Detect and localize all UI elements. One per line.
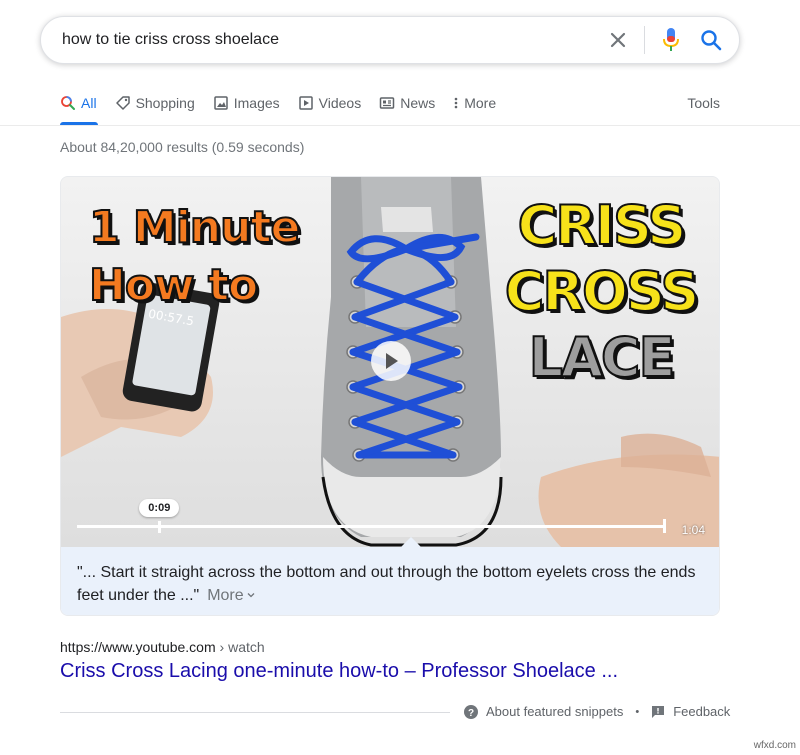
tabs-divider (0, 125, 800, 126)
video-progress-bar[interactable] (77, 525, 665, 528)
clear-button[interactable] (598, 20, 638, 60)
overlay-right-line-2: CROSS (504, 259, 700, 324)
overlay-left-line-2: How to (88, 259, 259, 312)
overlay-left-line-1: 1 Minute (88, 201, 301, 254)
tab-all-label: All (81, 95, 97, 111)
svg-text:?: ? (468, 708, 474, 719)
result-url[interactable]: https://www.youtube.com › watch (60, 639, 265, 655)
news-icon (379, 95, 395, 111)
search-input[interactable] (41, 31, 598, 49)
tab-news-label: News (400, 95, 436, 111)
voice-search-button[interactable] (651, 20, 691, 60)
overlay-right-line-3: LACE (528, 325, 677, 390)
footer-separator: • (635, 705, 640, 718)
snippet-more-label: More (207, 587, 244, 604)
snippet-more-link[interactable]: More (207, 587, 255, 604)
play-button[interactable] (371, 341, 411, 381)
video-duration: 1:04 (681, 523, 705, 537)
snippet-footer: ? About featured snippets • Feedback (464, 704, 730, 719)
tab-videos-label: Videos (318, 95, 362, 111)
snippet-pointer (401, 537, 421, 547)
watermark: wfxd.com (753, 740, 796, 751)
feedback-link[interactable]: Feedback (651, 704, 730, 719)
tab-shopping[interactable]: Shopping (115, 88, 195, 118)
featured-snippet-text: "... Start it straight across the bottom… (61, 547, 719, 615)
search-bar (40, 16, 740, 64)
about-featured-snippets-label: About featured snippets (486, 704, 624, 719)
tab-images-label: Images (233, 95, 280, 111)
help-icon: ? (464, 704, 478, 719)
result-title-link[interactable]: Criss Cross Lacing one-minute how-to – P… (60, 660, 618, 683)
snippet-text: "... Start it straight across the bottom… (77, 564, 696, 604)
feedback-label: Feedback (673, 704, 731, 719)
chevron-down-icon (247, 593, 255, 598)
search-results-page: All Shopping Images Videos News More Too… (0, 0, 800, 755)
tools-button[interactable]: Tools (687, 88, 720, 118)
result-stats: About 84,20,000 results (0.59 seconds) (60, 139, 305, 155)
tab-shopping-label: Shopping (135, 95, 195, 111)
video-overlay-left: 1 Minute How to (88, 199, 301, 315)
result-url-domain: https://www.youtube.com (60, 639, 216, 655)
footer-divider (60, 712, 450, 713)
video-progress-end (663, 519, 666, 533)
feedback-icon (651, 705, 665, 719)
play-icon (386, 353, 398, 369)
tab-all[interactable]: All (60, 88, 98, 125)
result-url-breadcrumb: › watch (215, 639, 265, 655)
video-progress-handle[interactable] (158, 521, 162, 533)
play-icon (298, 95, 314, 111)
search-button[interactable] (691, 20, 731, 60)
tab-news[interactable]: News (379, 88, 435, 118)
tag-icon (115, 95, 131, 111)
about-featured-snippets-link[interactable]: ? About featured snippets (464, 704, 623, 719)
more-vertical-icon (453, 95, 459, 111)
image-icon (213, 95, 229, 111)
current-time-badge: 0:09 (139, 499, 180, 517)
featured-video-card: 00:57.5 1 Minute How to CRISS CROSS LACE… (60, 176, 720, 616)
overlay-right-line-1: CRISS (517, 193, 688, 258)
tab-more-label: More (464, 95, 497, 111)
mic-icon (663, 28, 679, 51)
search-bar-divider (644, 26, 645, 54)
search-icon (60, 95, 76, 111)
search-icon (701, 30, 722, 51)
tab-images[interactable]: Images (213, 88, 280, 118)
close-icon (610, 32, 626, 48)
tab-videos[interactable]: Videos (298, 88, 362, 118)
tab-more[interactable]: More (453, 88, 496, 118)
video-overlay-right: CRISS CROSS LACE (501, 193, 701, 391)
video-thumbnail[interactable]: 00:57.5 1 Minute How to CRISS CROSS LACE… (61, 177, 719, 547)
search-tabs: All Shopping Images Videos News More Too… (60, 88, 720, 126)
